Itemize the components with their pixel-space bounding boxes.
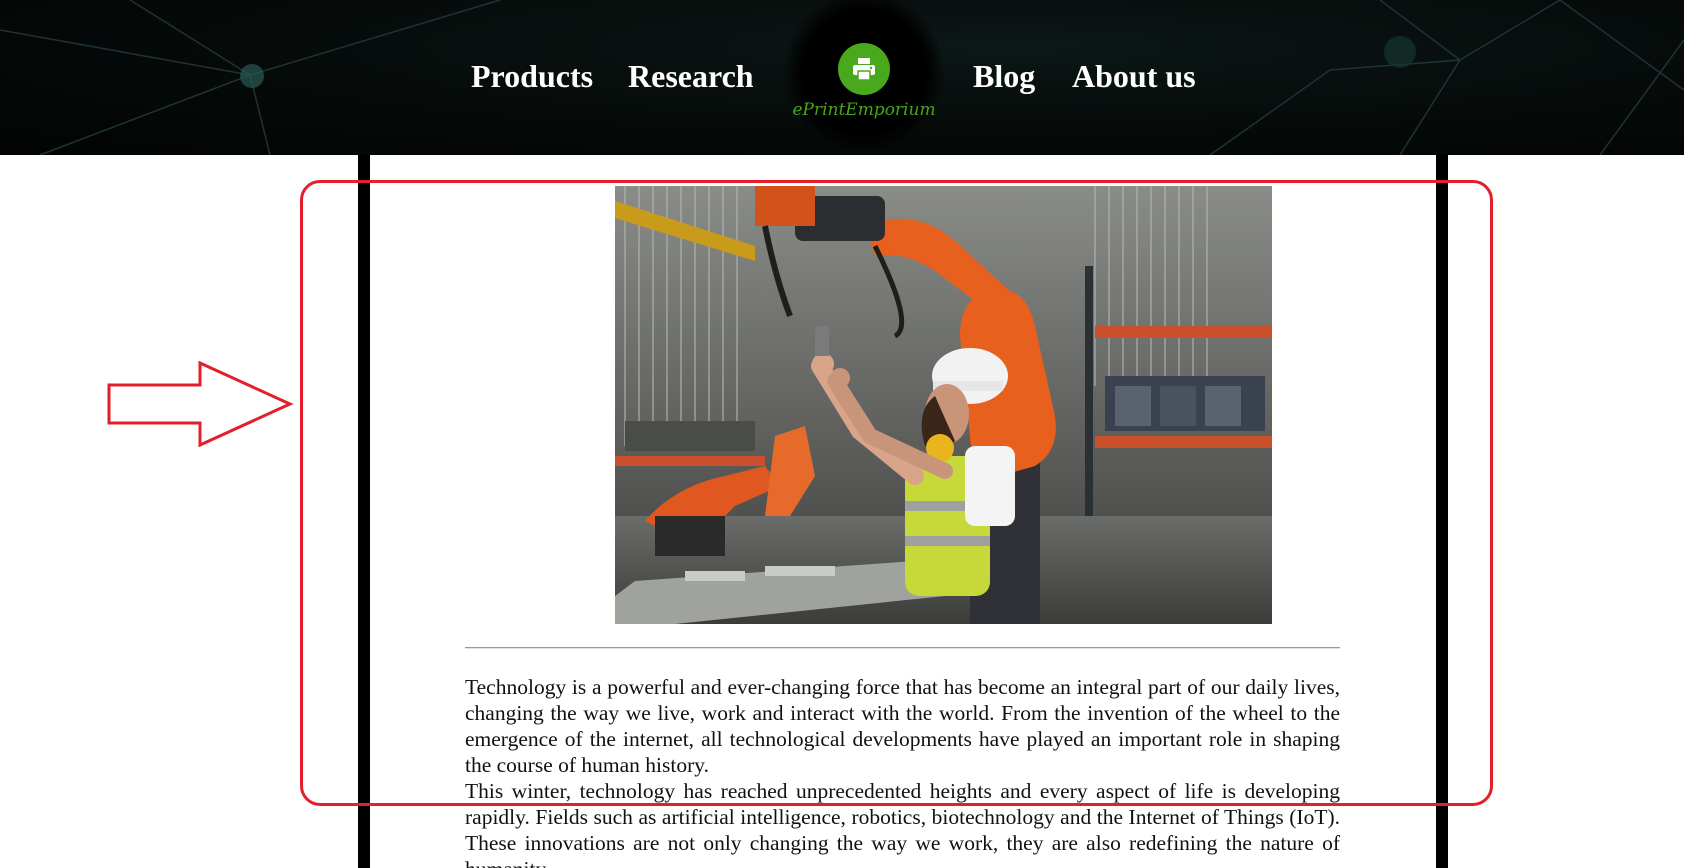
article-paragraph-2: This winter, technology has reached unpr… <box>465 779 1340 868</box>
right-arrow-icon <box>107 360 294 448</box>
printer-icon <box>853 58 875 81</box>
site-logo[interactable]: ePrintEmporium <box>774 0 954 155</box>
nav-products[interactable]: Products <box>471 56 593 96</box>
nav-about-us[interactable]: About us <box>1072 56 1196 96</box>
content-border-left <box>358 155 370 868</box>
content-border-right <box>1436 155 1448 868</box>
logo-wordmark: ePrintEmporium <box>792 100 936 120</box>
site-header: Products Research ePrintEmporium Blog Ab… <box>0 0 1684 155</box>
article-body: Technology is a powerful and ever-changi… <box>465 674 1340 868</box>
logo-badge <box>838 43 890 95</box>
article-image <box>615 186 1272 624</box>
article-paragraph-1: Technology is a powerful and ever-changi… <box>465 675 1340 777</box>
robot-factory-illustration <box>615 186 1272 624</box>
nav-research[interactable]: Research <box>628 56 754 96</box>
nav-blog[interactable]: Blog <box>973 56 1035 96</box>
content-divider <box>465 647 1340 649</box>
